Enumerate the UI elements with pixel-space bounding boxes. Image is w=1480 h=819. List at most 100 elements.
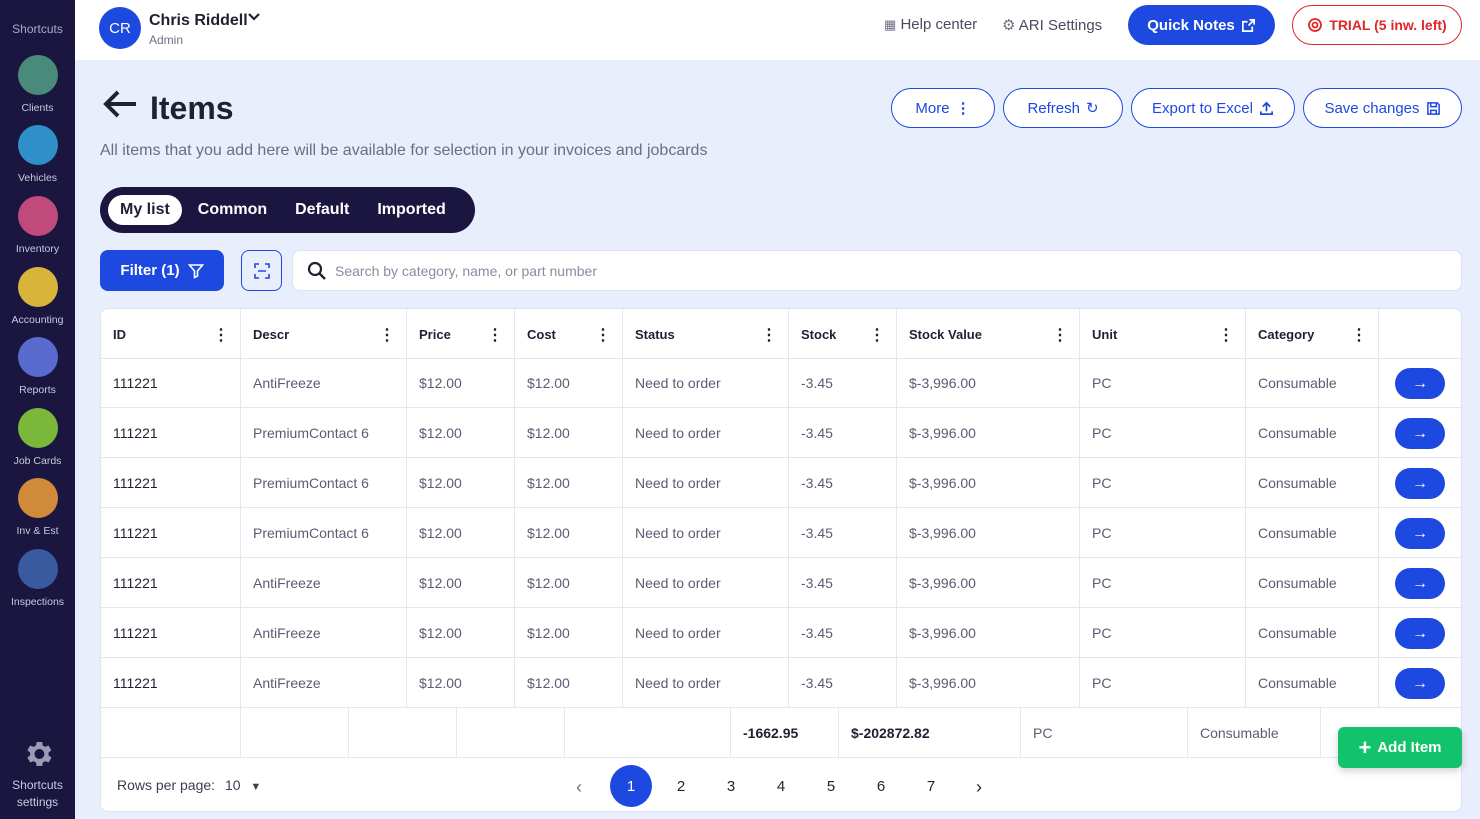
- next-page-icon[interactable]: ›: [976, 777, 982, 798]
- trial-button[interactable]: TRIAL (5 inw. left): [1292, 5, 1462, 45]
- sidebar-item-inv-est[interactable]: Inv & Est: [0, 478, 75, 537]
- refresh-button[interactable]: Refresh ↻: [1003, 88, 1123, 128]
- column-header-unit[interactable]: Unit ⋮: [1080, 309, 1246, 359]
- prev-page-icon[interactable]: ‹: [576, 777, 582, 798]
- save-changes-button[interactable]: Save changes: [1303, 88, 1462, 128]
- cell-stock-value: $-3,996.00: [897, 558, 1080, 608]
- cell-id: 111221: [101, 508, 241, 558]
- sidebar-item-reports[interactable]: Reports: [0, 337, 75, 396]
- column-menu-icon[interactable]: ⋮: [213, 325, 229, 345]
- column-menu-icon[interactable]: ⋮: [761, 325, 777, 345]
- column-header-status[interactable]: Status ⋮: [623, 309, 789, 359]
- cell-stock: -3.45: [789, 458, 897, 508]
- page-5-button[interactable]: 5: [810, 765, 852, 807]
- table-row[interactable]: 111221 AntiFreeze $12.00 $12.00 Need to orde…: [101, 558, 1461, 608]
- avatar[interactable]: CR: [99, 7, 141, 49]
- column-header-descr[interactable]: Descr ⋮: [241, 309, 407, 359]
- table-row[interactable]: 111221 PremiumContact 6 $12.00 $12.00 Need t…: [101, 458, 1461, 508]
- cell-descr: PremiumContact 6: [241, 408, 407, 458]
- cell-actions: →: [1379, 458, 1461, 508]
- more-button[interactable]: More ⋮: [891, 88, 995, 128]
- open-item-arrow-icon[interactable]: →: [1395, 468, 1445, 499]
- table-row[interactable]: 111221 AntiFreeze $12.00 $12.00 Need to orde…: [101, 358, 1461, 408]
- chart-icon: [17, 337, 58, 377]
- cell-price: $12.00: [407, 658, 515, 708]
- filter-funnel-icon: [187, 263, 204, 279]
- column-header-cost[interactable]: Cost ⋮: [515, 309, 623, 359]
- user-name[interactable]: Chris Riddell: [149, 12, 248, 30]
- column-menu-icon[interactable]: ⋮: [1052, 325, 1068, 345]
- column-menu-icon[interactable]: ⋮: [1218, 325, 1234, 345]
- sidebar-item-accounting[interactable]: Accounting: [0, 267, 75, 326]
- page-3-button[interactable]: 3: [710, 765, 752, 807]
- page-4-button[interactable]: 4: [760, 765, 802, 807]
- sidebar-item-inventory[interactable]: Inventory: [0, 196, 75, 255]
- open-item-arrow-icon[interactable]: →: [1395, 618, 1445, 649]
- cell-category: Consumable: [1246, 558, 1379, 608]
- table-row[interactable]: 111221 PremiumContact 6 $12.00 $12.00 Need t…: [101, 408, 1461, 458]
- tab-default[interactable]: Default: [283, 195, 361, 225]
- cell-cost: $12.00: [515, 558, 623, 608]
- sidebar-item-label: Inv & Est: [16, 525, 59, 537]
- column-menu-icon[interactable]: ⋮: [379, 325, 395, 345]
- column-menu-icon[interactable]: ⋮: [595, 325, 611, 345]
- open-item-arrow-icon[interactable]: →: [1395, 668, 1445, 699]
- back-arrow-icon[interactable]: [102, 88, 138, 128]
- scan-button[interactable]: [241, 250, 282, 291]
- tab-common[interactable]: Common: [186, 195, 279, 225]
- filter-button[interactable]: Filter (1): [100, 250, 224, 291]
- table-row[interactable]: 111221 PremiumContact 6 $12.00 $12.00 Need t…: [101, 508, 1461, 558]
- column-header-category[interactable]: Category ⋮: [1246, 309, 1379, 359]
- column-header-actions: [1379, 309, 1461, 359]
- column-header-stock[interactable]: Stock ⋮: [789, 309, 897, 359]
- export-excel-button[interactable]: Export to Excel: [1131, 88, 1295, 128]
- shortcuts-settings[interactable]: Shortcuts settings: [0, 737, 75, 811]
- chevron-down-icon[interactable]: [247, 10, 261, 29]
- page-7-button[interactable]: 7: [910, 765, 952, 807]
- ari-label: ARI Settings: [1018, 17, 1103, 34]
- column-header-id[interactable]: ID ⋮: [101, 309, 241, 359]
- tab-my-list[interactable]: My list: [108, 195, 182, 225]
- caret-down-icon: ▼: [250, 781, 262, 793]
- column-header-stock-value[interactable]: Stock Value ⋮: [897, 309, 1080, 359]
- column-header-price[interactable]: Price ⋮: [407, 309, 515, 359]
- page-2-button[interactable]: 2: [660, 765, 702, 807]
- help-center-link[interactable]: ▦ Help center: [884, 16, 977, 33]
- cell-cost: $12.00: [515, 608, 623, 658]
- quick-notes-button[interactable]: Quick Notes: [1128, 5, 1275, 45]
- table-row[interactable]: 111221 AntiFreeze $12.00 $12.00 Need to orde…: [101, 608, 1461, 658]
- cell-descr: PremiumContact 6: [241, 508, 407, 558]
- column-menu-icon[interactable]: ⋮: [869, 325, 885, 345]
- search-input[interactable]: [335, 262, 1415, 279]
- cell-unit: PC: [1080, 558, 1246, 608]
- total-empty-cell: [565, 708, 731, 758]
- column-menu-icon[interactable]: ⋮: [1351, 325, 1367, 345]
- cell-stock-value: $-3,996.00: [897, 508, 1080, 558]
- sidebar-item-inspections[interactable]: Inspections: [0, 549, 75, 608]
- page-1-button[interactable]: 1: [610, 765, 652, 807]
- open-item-arrow-icon[interactable]: →: [1395, 418, 1445, 449]
- open-item-arrow-icon[interactable]: →: [1395, 568, 1445, 599]
- open-item-arrow-icon[interactable]: →: [1395, 518, 1445, 549]
- cash-icon: [17, 267, 58, 307]
- rows-per-page[interactable]: Rows per page: 10 ▼: [117, 777, 261, 793]
- cell-unit: PC: [1080, 608, 1246, 658]
- cell-unit: PC: [1080, 358, 1246, 408]
- page-6-button[interactable]: 6: [860, 765, 902, 807]
- add-item-button[interactable]: + Add Item: [1338, 727, 1462, 768]
- ari-settings-link[interactable]: ⚙ ARI Settings: [1002, 16, 1102, 34]
- refresh-label: Refresh: [1027, 99, 1080, 117]
- sidebar-item-vehicles[interactable]: Vehicles: [0, 125, 75, 184]
- items-table: ID ⋮ Descr ⋮ Price ⋮ Cost ⋮ Status ⋮ Stock ⋮ Stock V…: [100, 308, 1462, 812]
- cell-unit: PC: [1080, 408, 1246, 458]
- tab-imported[interactable]: Imported: [365, 195, 457, 225]
- column-menu-icon[interactable]: ⋮: [487, 325, 503, 345]
- cell-actions: →: [1379, 658, 1461, 708]
- table-row[interactable]: 111221 AntiFreeze $12.00 $12.00 Need to orde…: [101, 658, 1461, 708]
- cell-status: Need to order: [623, 658, 789, 708]
- cell-category: Consumable: [1246, 658, 1379, 708]
- open-item-arrow-icon[interactable]: →: [1395, 368, 1445, 399]
- user-role: Admin: [149, 33, 184, 47]
- sidebar-item-job-cards[interactable]: Job Cards: [0, 408, 75, 467]
- sidebar-item-clients[interactable]: Clients: [0, 55, 75, 114]
